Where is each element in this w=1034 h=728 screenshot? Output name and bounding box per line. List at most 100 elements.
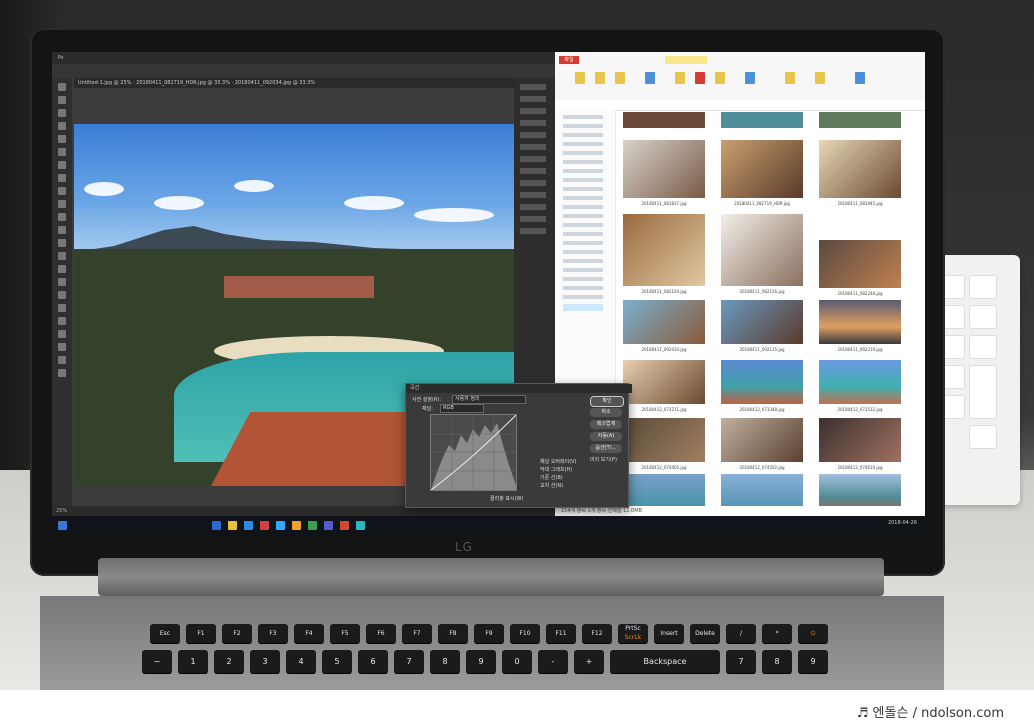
key: F3 (258, 624, 288, 643)
thumbnail[interactable]: 20180412_074610.jpg (819, 418, 901, 470)
thumbnail-label: 20180411_092210.jpg (837, 347, 883, 352)
thumbnail[interactable]: 20180411_092210.jpg (819, 300, 901, 352)
thumbnail-label: 20180411_081837.jpg (641, 201, 687, 206)
key-label: F4 (305, 630, 313, 637)
thumbnail[interactable]: 20180411_081837.jpg (623, 140, 705, 206)
key-label: 3 (262, 657, 268, 666)
key-label: PrtSc (625, 625, 641, 632)
key: + (574, 650, 604, 673)
thumbnail[interactable]: 20180412_073348.jpg (721, 360, 803, 412)
start-icon[interactable] (58, 521, 67, 530)
display-option[interactable]: 막대 그래프(H) (540, 466, 572, 473)
thumbnail-label: 20180412_074502.jpg (739, 465, 785, 470)
key: 4 (286, 650, 316, 673)
thumbnail[interactable]: 20180411_092115.jpg (721, 300, 803, 352)
channel-select[interactable]: RGB (440, 404, 484, 413)
key-label: - (551, 657, 555, 666)
key-label: Backspace (643, 657, 687, 666)
photoshop-options-bar (52, 64, 555, 78)
key: 6 (358, 650, 388, 673)
key: F11 (546, 624, 576, 643)
show-clipping-checkbox[interactable]: 클리핑 표시(W) (490, 495, 523, 502)
key: Esc (150, 624, 180, 643)
key-label: 4 (298, 657, 304, 666)
key: 7 (394, 650, 424, 673)
key: F2 (222, 624, 252, 643)
key: 3 (250, 650, 280, 673)
explorer-thumbnail-grid: 20180411_081837.jpg 20180411_082719_HDR.… (617, 110, 925, 522)
taskbar-clock: 2018-04-26 (887, 520, 917, 526)
thumbnail[interactable]: 20180411_082104.jpg (623, 214, 705, 294)
thumbnail-label: 20180412_074610.jpg (837, 465, 883, 470)
thumbnail[interactable]: 20180412_073512.jpg (819, 360, 901, 412)
power-key: ⏻ (798, 624, 828, 643)
key-label: 7 (406, 657, 412, 666)
preset-label: 사전 설정(R): (412, 397, 442, 403)
thumbnail-label: 20180411_092115.jpg (739, 347, 785, 352)
lg-logo: LG (455, 540, 473, 554)
photoshop-menubar: Ps (52, 52, 561, 64)
key-label: F5 (341, 630, 349, 637)
thumbnail-label: 20180411_082156.jpg (739, 289, 785, 294)
key-label: + (585, 657, 593, 666)
key-label: F3 (269, 630, 277, 637)
thumbnail-label: 20180411_082719_HDR.jpg (734, 201, 790, 206)
key-label: F9 (485, 630, 493, 637)
ribbon-highlight-tab[interactable] (665, 56, 707, 64)
key-label: 2 (226, 657, 232, 666)
thumbnail-label: 20180412_073211.jpg (641, 407, 687, 412)
key: F6 (366, 624, 396, 643)
thumbnail[interactable]: 20180412_074502.jpg (721, 418, 803, 470)
curves-graph[interactable] (430, 414, 517, 491)
explorer-file-tab[interactable]: 파일 (559, 56, 579, 64)
thumbnail-label: 20180411_092034.jpg (641, 347, 687, 352)
cancel-button[interactable]: 취소 (590, 408, 622, 417)
key: * (762, 624, 792, 643)
smooth-button[interactable]: 매끄럽게 (590, 420, 622, 429)
options-button[interactable]: 옵션(T)... (590, 444, 622, 453)
thumbnail[interactable]: 20180411_082156.jpg (721, 214, 803, 294)
key-label: F7 (413, 630, 421, 637)
thumbnail-label: 20180412_073348.jpg (739, 407, 785, 412)
thumbnail[interactable]: 20180412_073211.jpg (623, 360, 705, 412)
key-label: 0 (514, 657, 520, 666)
photo-credit: ♬ 엔돌슨 / ndolson.com (856, 706, 1004, 721)
key-label: 8 (774, 657, 780, 666)
key: Delete (690, 624, 720, 643)
ok-button[interactable]: 확인 (590, 396, 624, 407)
key-label: 7 (738, 657, 744, 666)
key: F5 (330, 624, 360, 643)
preset-select[interactable]: 사용자 정의 (452, 395, 526, 404)
hotel-building (224, 276, 374, 298)
thumbnail[interactable]: 20180411_082719_HDR.jpg (721, 140, 803, 206)
thumbnail[interactable]: 20180411_081945.jpg (819, 140, 901, 206)
thumbnail[interactable]: 20180412_074405.jpg (623, 418, 705, 470)
key-label: ~ (153, 657, 161, 666)
laptop-hinge (98, 558, 884, 596)
display-option[interactable]: 교차 선(N) (540, 482, 563, 489)
key: 8 (430, 650, 460, 673)
photoshop-document-tabs: Untitled-1.jpg @ 25% · 20180411_082719_H… (74, 78, 518, 88)
display-option[interactable]: 기준 선(B) (540, 474, 563, 481)
key: F12 (582, 624, 612, 643)
thumbnail-label: 20180411_081945.jpg (837, 201, 883, 206)
key: F1 (186, 624, 216, 643)
key-label: 1 (190, 657, 196, 666)
explorer-ribbon: 파일 (555, 52, 925, 101)
thumbnail[interactable]: 20180411_082248.jpg (819, 240, 901, 296)
preview-checkbox[interactable]: 미리 보기(P) (590, 456, 617, 463)
key-label: F6 (377, 630, 385, 637)
display-option[interactable]: 채널 오버레이(V) (540, 458, 577, 465)
key-label: 9 (810, 657, 816, 666)
thumbnail[interactable]: 20180411_092034.jpg (623, 300, 705, 352)
key: 5 (322, 650, 352, 673)
auto-button[interactable]: 자동(A) (590, 432, 622, 441)
key: PrtSc ScrLk (618, 624, 648, 643)
key: Insert (654, 624, 684, 643)
key: 2 (214, 650, 244, 673)
laptop-photo: Ps Untitled-1.jpg @ 25% · 20180411_08271… (0, 0, 1034, 690)
key-label: * (775, 630, 779, 637)
key-label: / (739, 630, 743, 637)
key: - (538, 650, 568, 673)
key-label: F11 (555, 630, 567, 637)
